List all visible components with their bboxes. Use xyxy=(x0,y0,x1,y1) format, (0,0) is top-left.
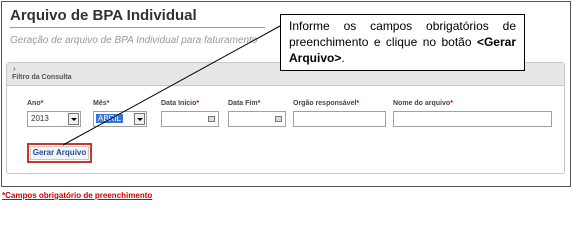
data-inicio-label: Data Início* xyxy=(161,100,199,107)
ano-select[interactable]: 2013 xyxy=(27,111,81,127)
orgao-label: Orgão responsável* xyxy=(293,100,359,107)
mes-label: Mês* xyxy=(93,100,109,107)
data-fim-label-text: Data Fim xyxy=(228,100,258,107)
nome-arquivo-label-text: Nome do arquivo xyxy=(393,100,451,107)
footnote-text: Campos obrigatório de preenchimento xyxy=(5,191,153,200)
orgao-input[interactable] xyxy=(293,111,386,127)
gerar-arquivo-button[interactable]: Gerar Arquivo xyxy=(30,146,89,160)
calendar-icon[interactable] xyxy=(275,116,282,122)
required-mark: * xyxy=(356,100,360,107)
ano-select-value: 2013 xyxy=(31,114,49,123)
callout-text-end: . xyxy=(341,51,345,65)
instruction-callout: Informe os campos obrigatórios de preenc… xyxy=(280,14,525,71)
required-mark: * xyxy=(257,100,261,107)
chevron-down-icon[interactable] xyxy=(68,113,79,125)
chevron-down-icon[interactable] xyxy=(134,113,145,125)
required-mark: * xyxy=(450,100,453,107)
required-mark: * xyxy=(106,100,110,107)
button-highlight-box: Gerar Arquivo xyxy=(27,143,92,163)
orgao-label-text: Orgão responsável xyxy=(293,100,357,107)
page-title: Arquivo de BPA Individual xyxy=(10,7,197,24)
required-fields-footnote: *Campos obrigatório de preenchimento xyxy=(2,191,152,200)
data-inicio-label-text: Data Início xyxy=(161,100,197,107)
data-inicio-input[interactable] xyxy=(161,111,219,127)
data-fim-label: Data Fim* xyxy=(228,100,260,107)
mes-select[interactable]: ABRIL xyxy=(93,111,147,127)
title-divider xyxy=(10,27,265,28)
mes-label-text: Mês xyxy=(93,100,107,107)
required-mark: * xyxy=(196,100,200,107)
filter-panel-title: Filtro da Consulta xyxy=(12,74,72,81)
data-fim-input[interactable] xyxy=(228,111,286,127)
ano-label: Ano* xyxy=(27,100,43,107)
mes-select-value: ABRIL xyxy=(96,114,124,123)
calendar-icon[interactable] xyxy=(208,116,215,122)
required-mark: * xyxy=(40,100,44,107)
ano-label-text: Ano xyxy=(27,100,41,107)
nome-arquivo-input[interactable] xyxy=(393,111,552,127)
chevron-right-icon[interactable]: › xyxy=(13,64,16,73)
page-subtitle: Geração de arquivo de BPA Individual par… xyxy=(10,35,258,46)
nome-arquivo-label: Nome do arquivo* xyxy=(393,100,453,107)
